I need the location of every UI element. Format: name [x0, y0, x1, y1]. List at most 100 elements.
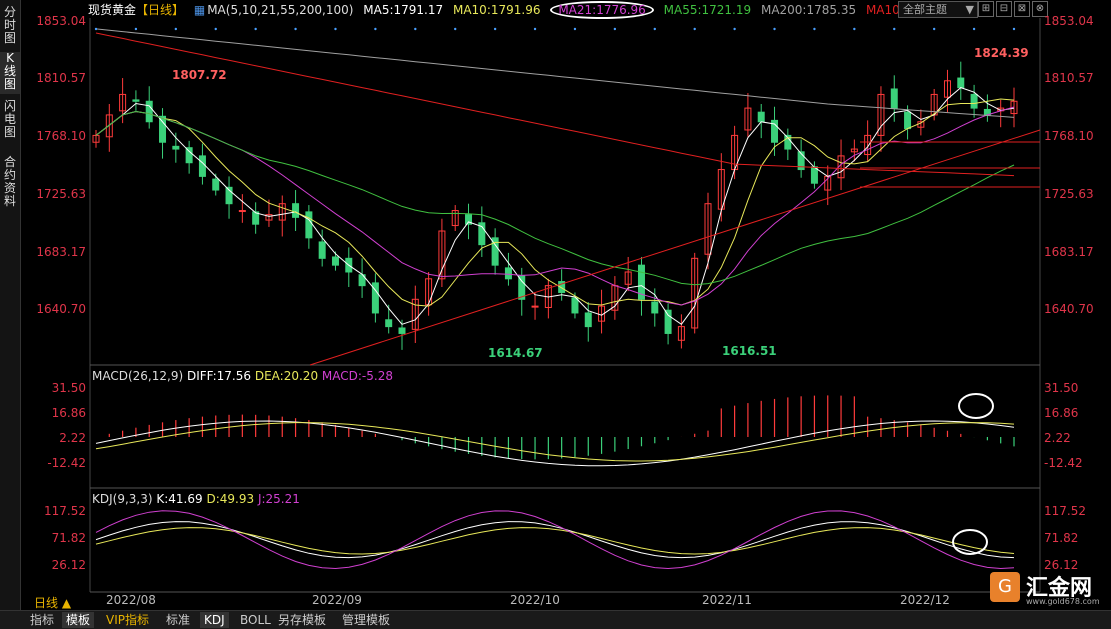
- signal-dot: [613, 27, 617, 31]
- candle-body: [318, 241, 326, 259]
- macd-right-0: 31.50: [1044, 381, 1079, 395]
- candle-body: [904, 111, 912, 130]
- macd-right-1: 16.86: [1044, 406, 1079, 420]
- signal-dot: [1012, 27, 1016, 31]
- price-right-3: 1725.63: [1044, 187, 1094, 201]
- ma55-line: [95, 110, 1015, 286]
- price-right-0: 1853.04: [1044, 14, 1094, 28]
- macd-legend: MACD(26,12,9) DIFF:17.56 DEA:20.20 MACD:…: [92, 369, 393, 383]
- tab-manage-templates[interactable]: 管理模板: [338, 612, 394, 628]
- collapse-icon[interactable]: ⊟: [996, 1, 1012, 17]
- date-label: 2022/12: [900, 593, 950, 607]
- kdj-right-1: 71.82: [1044, 531, 1079, 545]
- ma200-value: MA200:1785.35: [760, 3, 857, 17]
- signal-dot: [174, 27, 178, 31]
- trend-line: [309, 129, 1041, 366]
- candle-body: [212, 178, 220, 191]
- date-label: 2022/10: [510, 593, 560, 607]
- kdj-legend: KDJ(9,3,3) K:41.69 D:49.93 J:25.21: [92, 492, 300, 506]
- signal-dot: [493, 27, 497, 31]
- signal-dot: [693, 27, 696, 31]
- annotation-low-2: 1616.51: [722, 344, 777, 358]
- kdj-left-0: 117.52: [44, 504, 86, 518]
- macd-left-0: 31.50: [51, 381, 86, 395]
- signal-dot: [653, 27, 656, 31]
- kdj-j: J:25.21: [257, 492, 300, 506]
- macd-right-3: -12.42: [1044, 456, 1083, 470]
- logo-icon: G: [990, 572, 1020, 602]
- candle-body: [238, 210, 246, 213]
- signal-dot: [134, 27, 138, 31]
- ma21-value: MA21:1776.96: [550, 1, 654, 19]
- signal-dot: [454, 27, 457, 31]
- price-left-3: 1725.63: [36, 187, 86, 201]
- candle-body: [504, 267, 512, 280]
- ma5-line: [95, 87, 1015, 325]
- candle-body: [331, 256, 339, 266]
- ma55-value: MA55:1721.19: [663, 3, 752, 17]
- signal-dot: [972, 27, 976, 31]
- date-label: 2022/11: [702, 593, 752, 607]
- candle-body: [385, 319, 393, 328]
- settings-icon[interactable]: ⊠: [1014, 1, 1030, 17]
- kdj-d: D:49.93: [206, 492, 255, 506]
- candle-body: [145, 100, 153, 123]
- signal-dot: [533, 27, 537, 31]
- macd-diff-line: [95, 420, 1015, 467]
- macd-right-2: 2.22: [1044, 431, 1071, 445]
- candle-body: [159, 115, 167, 143]
- price-left-4: 1683.17: [36, 245, 86, 259]
- macd-dea: DEA:20.20: [254, 369, 319, 383]
- instrument-name: 现货黄金: [88, 3, 137, 17]
- candle-body: [571, 297, 579, 314]
- legend-icon: ▦: [193, 3, 206, 17]
- candle-body: [664, 309, 672, 334]
- signal-dot: [733, 27, 736, 31]
- annotation-low-1: 1614.67: [488, 346, 543, 360]
- candle-body: [890, 88, 898, 109]
- ma-params: MA(5,10,21,55,200,100): [207, 3, 354, 17]
- tab-boll[interactable]: BOLL: [236, 612, 275, 628]
- signal-dot: [773, 27, 776, 31]
- macd-title: MACD(26,12,9): [92, 369, 184, 383]
- candle-body: [651, 301, 659, 314]
- tab-save-template[interactable]: 另存模板: [274, 612, 330, 628]
- price-left-1: 1810.57: [36, 71, 86, 85]
- kdj-k-line: [95, 521, 1015, 559]
- signal-dot: [813, 27, 816, 31]
- candle-body: [305, 211, 313, 239]
- candle-body: [292, 203, 300, 218]
- signal-dot: [214, 27, 217, 31]
- kdj-title: KDJ(9,3,3): [92, 492, 153, 506]
- logo-url: www.gold678.com: [1026, 597, 1100, 606]
- candle-body: [172, 145, 180, 150]
- tab-indicators[interactable]: 指标: [26, 612, 58, 628]
- candle-body: [398, 327, 406, 334]
- tab-vip-indicators[interactable]: VIP指标: [102, 612, 153, 628]
- kdj-right-0: 117.52: [1044, 504, 1086, 518]
- macd-left-3: -12.42: [47, 456, 86, 470]
- ma-legend: 现货黄金【日线】 ▦ MA(5,10,21,55,200,100) MA5:179…: [88, 1, 913, 19]
- candle-body: [185, 147, 193, 164]
- signal-dot: [573, 27, 577, 31]
- ma200-line: [95, 28, 1015, 118]
- theme-select[interactable]: 全部主题 ▼: [898, 1, 978, 18]
- tab-templates[interactable]: 模板: [62, 612, 95, 628]
- tab-kdj[interactable]: KDJ: [200, 612, 229, 628]
- candle-body: [757, 111, 765, 123]
- signal-dot: [932, 27, 936, 31]
- signal-dot: [853, 27, 856, 31]
- candle-body: [132, 99, 140, 102]
- kdj-left-1: 71.82: [51, 531, 86, 545]
- grid-icon[interactable]: ⊞: [978, 1, 994, 17]
- kdj-k: K:41.69: [156, 492, 203, 506]
- ma10-value: MA10:1791.96: [452, 3, 541, 17]
- period-button[interactable]: 日线 ▲: [34, 594, 71, 611]
- macd-left-2: 2.22: [59, 431, 86, 445]
- ma100-line: [95, 32, 1015, 177]
- price-chart[interactable]: [0, 0, 1111, 628]
- price-left-5: 1640.70: [36, 302, 86, 316]
- tab-standard[interactable]: 标准: [162, 612, 194, 628]
- kdj-j-line: [95, 510, 1015, 570]
- ma10-line: [95, 98, 1015, 307]
